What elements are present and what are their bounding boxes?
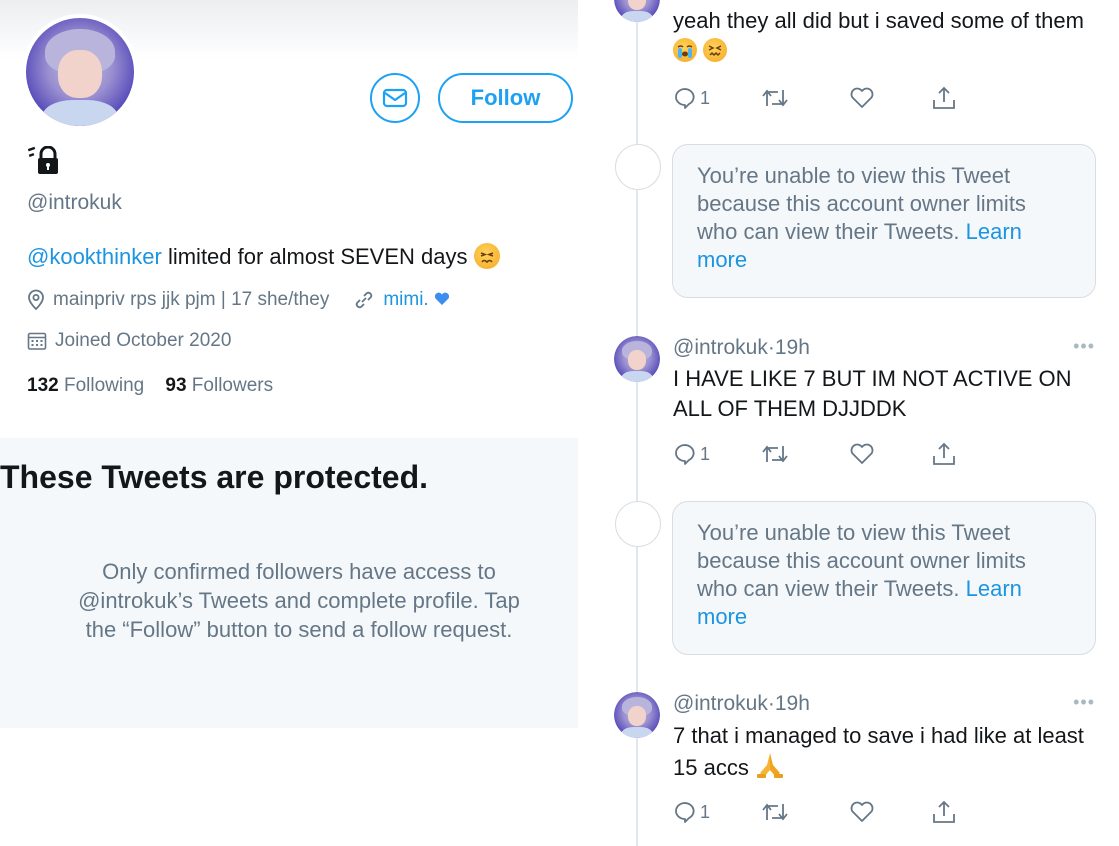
tweet-avatar[interactable]	[614, 692, 660, 738]
like-button[interactable]	[849, 84, 875, 112]
tweet-handle[interactable]: @introkuk	[673, 336, 768, 359]
retweet-button[interactable]	[761, 798, 789, 826]
profile-bio: @kookthinker limited for almost SEVEN da…	[27, 243, 500, 270]
retweet-icon	[762, 445, 788, 463]
like-icon	[850, 87, 874, 108]
tweet-text: 7 that i managed to save i had like at l…	[673, 723, 1084, 780]
reply-button[interactable]: 1	[673, 84, 710, 112]
like-button[interactable]	[849, 798, 875, 826]
profile-meta-joined-row: Joined October 2020	[27, 330, 231, 352]
tweet-avatar[interactable]	[614, 0, 660, 22]
reply-icon	[675, 88, 695, 109]
like-button[interactable]	[849, 440, 875, 468]
profile-location: mainpriv rps jjk pjm | 17 she/they	[53, 289, 330, 310]
bio-text: limited for almost SEVEN days	[161, 244, 468, 269]
crying-face-emoji	[673, 38, 697, 62]
retweet-icon	[762, 89, 788, 107]
reply-icon	[675, 802, 695, 823]
like-icon	[850, 801, 874, 822]
tweet-handle[interactable]: @introkuk	[673, 692, 768, 715]
followers-link[interactable]: 93 Followers	[165, 375, 273, 396]
retweet-button[interactable]	[761, 440, 789, 468]
reply-button[interactable]: 1	[673, 440, 710, 468]
follow-button[interactable]: Follow	[438, 73, 573, 123]
share-button[interactable]	[931, 84, 957, 112]
thread-panel: yeah they all did but i saved some of th…	[590, 0, 1119, 846]
confounded-face-emoji	[703, 38, 728, 62]
retweet-button[interactable]	[761, 84, 789, 112]
lock-icon	[28, 146, 58, 174]
mail-icon	[382, 88, 408, 108]
share-button[interactable]	[931, 440, 957, 468]
share-button[interactable]	[931, 798, 957, 826]
panel-divider	[578, 0, 590, 846]
folded-hands-emoji	[756, 753, 783, 778]
hidden-tweet-avatar	[615, 501, 661, 547]
tweet-header: @introkuk·19h	[673, 692, 810, 715]
tweet-avatar[interactable]	[614, 336, 660, 382]
tweet-time[interactable]: 19h	[775, 336, 810, 359]
share-icon	[933, 800, 955, 823]
following-link[interactable]: 132 Following	[27, 375, 144, 396]
calendar-icon	[27, 332, 47, 350]
tweet-text: yeah they all did but i saved some of th…	[673, 6, 1093, 66]
link-icon	[356, 291, 373, 309]
more-icon[interactable]: •••	[1073, 336, 1095, 357]
tweet-header: @introkuk·19h	[673, 336, 810, 359]
hidden-tweet-avatar	[615, 144, 661, 190]
protected-title: These Tweets are protected.	[0, 459, 428, 496]
persevering-face-emoji	[473, 243, 500, 269]
retweet-icon	[762, 803, 788, 821]
like-icon	[850, 443, 874, 464]
profile-website-link[interactable]: mimi.	[383, 289, 450, 311]
profile-avatar[interactable]	[22, 14, 138, 130]
share-icon	[933, 442, 955, 465]
share-icon	[933, 86, 955, 109]
tweet-actions: 1	[673, 84, 973, 114]
bio-mention-link[interactable]: @kookthinker	[27, 244, 162, 269]
reply-button[interactable]: 1	[673, 798, 710, 826]
protected-description: Only confirmed followers have access to …	[78, 559, 520, 642]
profile-panel: Follow @introkuk @kookthinker limited fo…	[0, 0, 578, 846]
follow-counts: 132 Following 93 Followers	[27, 375, 273, 397]
unavailable-tweet-notice: You’re unable to view this Tweet because…	[672, 501, 1096, 655]
profile-meta-location-row: mainpriv rps jjk pjm | 17 she/they mimi.	[27, 289, 450, 311]
tweet-time[interactable]: 19h	[775, 692, 810, 715]
tweet-text: I HAVE LIKE 7 BUT IM NOT ACTIVE ON ALL O…	[673, 366, 1072, 421]
unavailable-tweet-notice: You’re unable to view this Tweet because…	[672, 144, 1096, 298]
profile-joined-date: Joined October 2020	[55, 330, 232, 351]
more-icon[interactable]: •••	[1073, 692, 1095, 713]
message-button[interactable]	[370, 73, 420, 123]
tweet-actions: 1	[673, 440, 973, 470]
location-icon	[28, 289, 44, 311]
profile-handle: @introkuk	[27, 191, 122, 214]
blue-heart-icon	[434, 292, 450, 305]
tweet-actions: 1	[673, 798, 973, 828]
reply-icon	[675, 444, 695, 465]
